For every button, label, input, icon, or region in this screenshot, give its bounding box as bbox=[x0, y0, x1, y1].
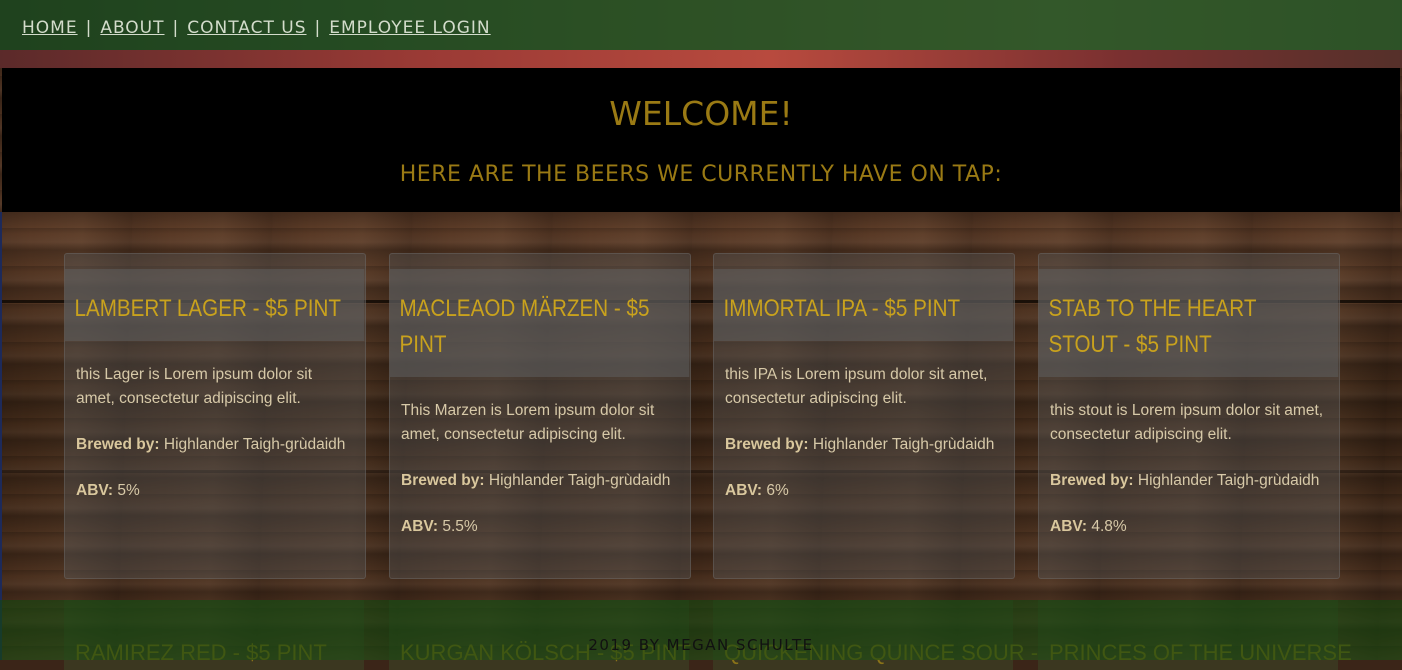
brewed-by-label: Brewed by: bbox=[401, 472, 485, 489]
beer-abv: ABV: 6% bbox=[725, 479, 1003, 503]
beer-title: IMMORTAL IPA - $5 PINT bbox=[714, 269, 1014, 341]
abv-label: ABV: bbox=[1050, 518, 1088, 535]
beer-title: LAMBERT LAGER - $5 PINT bbox=[65, 269, 365, 341]
beer-card: STAB TO THE HEART STOUT - $5 PINT this s… bbox=[1038, 253, 1340, 579]
brewer-name: Highlander Taigh-grùdaidh bbox=[163, 436, 346, 453]
abv-value: 5% bbox=[117, 482, 140, 499]
abv-value: 6% bbox=[766, 482, 789, 499]
beer-card: LAMBERT LAGER - $5 PINT this Lager is Lo… bbox=[64, 253, 366, 579]
nav-about-link[interactable]: ABOUT bbox=[100, 18, 164, 38]
beer-card: IMMORTAL IPA - $5 PINT this IPA is Lorem… bbox=[713, 253, 1015, 579]
nav-employee-login-link[interactable]: EMPLOYEE LOGIN bbox=[329, 18, 490, 38]
nav-home-link[interactable]: HOME bbox=[22, 18, 78, 38]
beer-title: STAB TO THE HEART STOUT - $5 PINT bbox=[1039, 269, 1339, 377]
abv-value: 4.8% bbox=[1091, 518, 1127, 535]
abv-label: ABV: bbox=[725, 482, 763, 499]
beer-abv: ABV: 4.8% bbox=[1050, 515, 1328, 539]
beer-description: This Marzen is Lorem ipsum dolor sit ame… bbox=[401, 402, 655, 443]
brewed-by-label: Brewed by: bbox=[1050, 472, 1134, 489]
welcome-section: WELCOME! HERE ARE THE BEERS WE CURRENTLY… bbox=[2, 68, 1400, 212]
welcome-title: WELCOME! bbox=[609, 94, 793, 133]
beer-brewer: Brewed by: Highlander Taigh-grùdaidh bbox=[76, 433, 354, 457]
abv-label: ABV: bbox=[401, 518, 439, 535]
beer-description: this IPA is Lorem ipsum dolor sit amet, … bbox=[725, 366, 988, 407]
nav-separator: | bbox=[85, 18, 93, 38]
brewed-by-label: Brewed by: bbox=[76, 436, 160, 453]
nav-separator: | bbox=[314, 18, 322, 38]
beer-description: this stout is Lorem ipsum dolor sit amet… bbox=[1050, 402, 1324, 443]
brewer-name: Highlander Taigh-grùdaidh bbox=[1137, 472, 1320, 489]
header-banner: HOME | ABOUT | CONTACT US | EMPLOYEE LOG… bbox=[0, 0, 1402, 68]
brewer-name: Highlander Taigh-grùdaidh bbox=[488, 472, 671, 489]
nav-separator: | bbox=[172, 18, 180, 38]
beer-card: MACLEAOD MÄRZEN - $5 PINT This Marzen is… bbox=[389, 253, 691, 579]
abv-value: 5.5% bbox=[442, 518, 478, 535]
banner-photo-band bbox=[0, 50, 1402, 68]
beer-title: MACLEAOD MÄRZEN - $5 PINT bbox=[390, 269, 690, 377]
nav-contact-link[interactable]: CONTACT US bbox=[187, 18, 306, 38]
page-edge bbox=[0, 212, 2, 660]
beer-abv: ABV: 5% bbox=[76, 479, 354, 503]
beer-brewer: Brewed by: Highlander Taigh-grùdaidh bbox=[725, 433, 1003, 457]
beer-brewer: Brewed by: Highlander Taigh-grùdaidh bbox=[401, 469, 679, 493]
site-footer: 2019 BY MEGAN SCHULTE bbox=[0, 600, 1402, 660]
beer-abv: ABV: 5.5% bbox=[401, 515, 679, 539]
welcome-subtitle: HERE ARE THE BEERS WE CURRENTLY HAVE ON … bbox=[399, 162, 1003, 187]
beer-description: this Lager is Lorem ipsum dolor sit amet… bbox=[76, 366, 313, 407]
footer-credit: 2019 BY MEGAN SCHULTE bbox=[588, 636, 814, 654]
abv-label: ABV: bbox=[76, 482, 114, 499]
beer-brewer: Brewed by: Highlander Taigh-grùdaidh bbox=[1050, 469, 1328, 493]
brewed-by-label: Brewed by: bbox=[725, 436, 809, 453]
brewer-name: Highlander Taigh-grùdaidh bbox=[812, 436, 995, 453]
main-nav: HOME | ABOUT | CONTACT US | EMPLOYEE LOG… bbox=[22, 18, 491, 38]
